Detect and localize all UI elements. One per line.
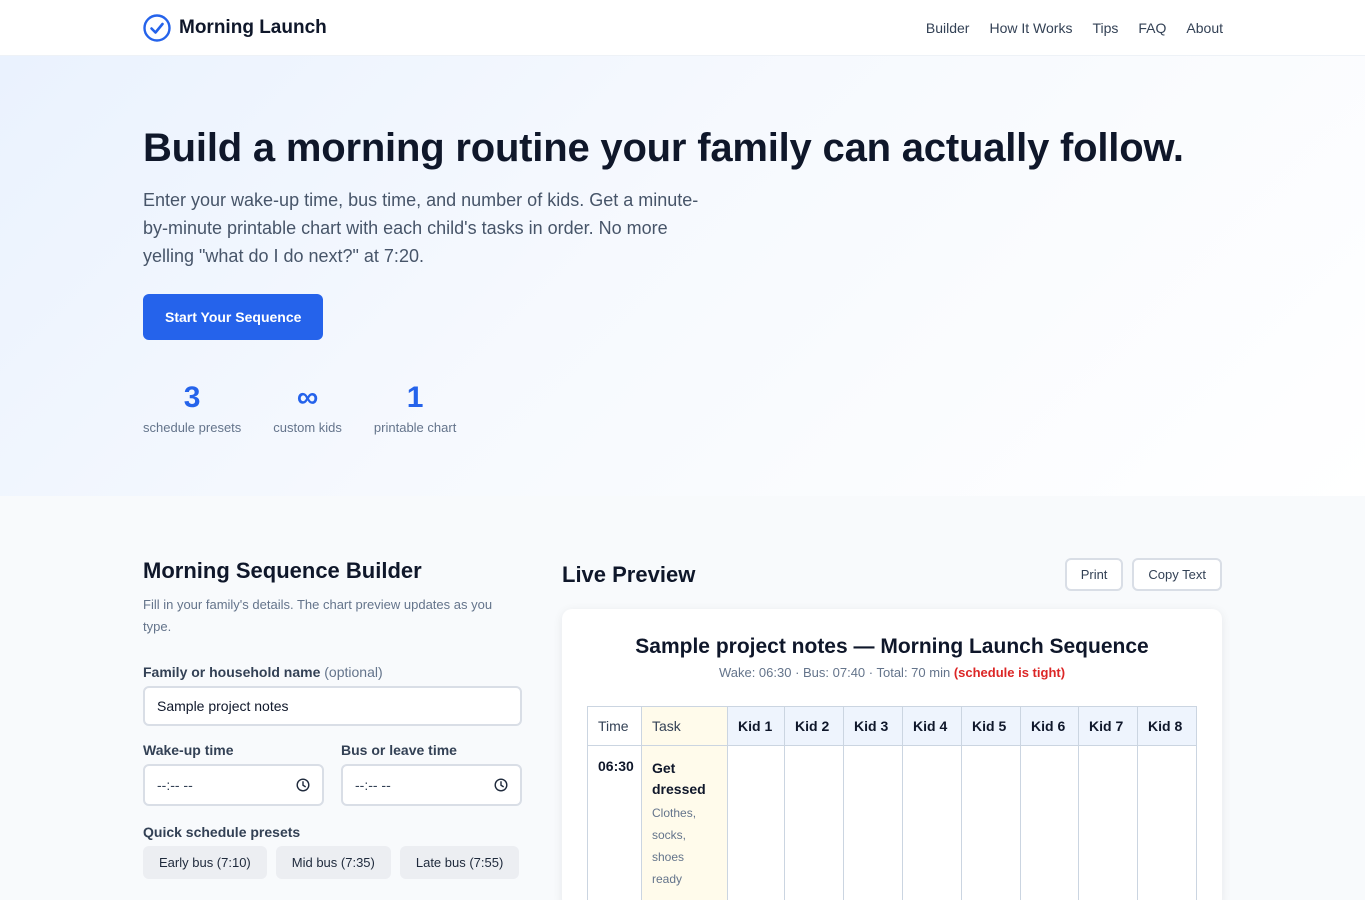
family-name-value: Sample project notes (157, 698, 289, 714)
clock-icon[interactable] (296, 778, 310, 792)
kid-cell (843, 745, 903, 900)
kid-cell (1020, 745, 1079, 900)
builder-form: Morning Sequence Builder Fill in your fa… (143, 558, 522, 900)
nav-link-builder[interactable]: Builder (926, 20, 970, 36)
preset-buttons: Early bus (7:10) Mid bus (7:35) Late bus… (143, 846, 522, 879)
stat-value: ∞ (296, 381, 319, 414)
sequence-table: Time Task Kid 1 Kid 2 Kid 3 Kid 4 Kid 5 … (587, 706, 1197, 900)
kid-cell (902, 745, 962, 900)
preview-header: Live Preview Print Copy Text (562, 558, 1222, 591)
hero-title: Build a morning routine your family can … (143, 126, 1184, 170)
presets-label: Quick schedule presets (143, 824, 301, 840)
kid-cell (1137, 745, 1197, 900)
table-header-row: Time Task Kid 1 Kid 2 Kid 3 Kid 4 Kid 5 … (587, 706, 1197, 746)
wake-field: Wake-up time --:-- -- (143, 742, 324, 806)
preset-early-bus-button[interactable]: Early bus (7:10) (143, 846, 267, 879)
preview-actions: Print Copy Text (1064, 558, 1222, 591)
kid-header: Kid 1 (727, 706, 785, 746)
stats: 3 schedule presets ∞ custom kids 1 print… (143, 380, 1222, 435)
chart-title: Sample project notes — Morning Launch Se… (635, 635, 1149, 658)
optional-hint: (optional) (324, 664, 383, 680)
kid-cell (1078, 745, 1138, 900)
builder-section: Morning Sequence Builder Fill in your fa… (0, 496, 1365, 900)
kid-cell (784, 745, 844, 900)
stat-value: 3 (183, 381, 201, 414)
schedule-warning: (schedule is tight) (953, 665, 1066, 680)
time-header: Time (587, 706, 642, 746)
stat-value: 1 (406, 381, 424, 414)
nav-link-tips[interactable]: Tips (1092, 20, 1118, 36)
wake-time-value: --:-- -- (157, 777, 193, 793)
kid-cell (961, 745, 1021, 900)
check-circle-icon (143, 13, 171, 42)
task-detail: Clothes, socks, shoes ready (652, 806, 697, 886)
kid-cell (727, 745, 785, 900)
print-button[interactable]: Print (1064, 558, 1124, 591)
table-row: 06:30 Get dressed Clothes, socks, shoes … (587, 745, 1197, 900)
kid-header: Kid 5 (961, 706, 1021, 746)
time-fields: Wake-up time --:-- -- Bus or leave time … (143, 742, 522, 806)
family-label: Family or household name (optional) (143, 664, 522, 680)
preview-title: Live Preview (562, 561, 696, 587)
task-name: Get dressed (652, 760, 706, 797)
kid-header: Kid 4 (902, 706, 962, 746)
nav-link-how-it-works[interactable]: How It Works (989, 20, 1072, 36)
wake-label: Wake-up time (143, 742, 234, 758)
stat-presets: 3 schedule presets (143, 380, 241, 435)
preset-late-bus-button[interactable]: Late bus (7:55) (399, 846, 520, 879)
stat-kids: ∞ custom kids (273, 380, 342, 435)
kid-header: Kid 2 (784, 706, 844, 746)
task-cell: Get dressed Clothes, socks, shoes ready (641, 745, 728, 900)
family-name-input[interactable]: Sample project notes (143, 686, 522, 726)
chart-card: Sample project notes — Morning Launch Se… (562, 609, 1222, 900)
live-preview: Live Preview Print Copy Text Sample proj… (562, 558, 1222, 900)
task-header: Task (641, 706, 728, 746)
kid-header: Kid 7 (1078, 706, 1138, 746)
brand[interactable]: Morning Launch (143, 13, 327, 42)
builder-description: Fill in your family's details. The chart… (143, 597, 493, 634)
stat-label: printable chart (373, 420, 457, 435)
brand-name: Morning Launch (179, 16, 327, 38)
bus-time-value: --:-- -- (355, 777, 391, 793)
copy-text-button[interactable]: Copy Text (1132, 558, 1222, 591)
kid-header: Kid 6 (1020, 706, 1079, 746)
clock-icon[interactable] (494, 778, 508, 792)
nav-links: Builder How It Works Tips FAQ About (926, 20, 1223, 36)
kid-header: Kid 3 (843, 706, 903, 746)
kid-header: Kid 8 (1137, 706, 1197, 746)
bus-field: Bus or leave time --:-- -- (341, 742, 522, 806)
stat-label: custom kids (273, 420, 342, 435)
bus-time-input[interactable]: --:-- -- (341, 764, 522, 806)
time-cell: 06:30 (587, 745, 642, 900)
builder-title: Morning Sequence Builder (143, 558, 422, 583)
start-sequence-button[interactable]: Start Your Sequence (143, 294, 324, 340)
hero: Build a morning routine your family can … (0, 56, 1365, 496)
preset-mid-bus-button[interactable]: Mid bus (7:35) (275, 846, 391, 879)
hero-subtitle: Enter your wake-up time, bus time, and n… (143, 190, 699, 266)
wake-time-input[interactable]: --:-- -- (143, 764, 324, 806)
chart-meta: Wake: 06:30 · Bus: 07:40 · Total: 70 min… (587, 665, 1197, 680)
stat-chart: 1 printable chart (374, 380, 456, 435)
chart-meta-text: Wake: 06:30 · Bus: 07:40 · Total: 70 min (718, 665, 951, 680)
stat-label: schedule presets (143, 420, 242, 435)
family-field: Family or household name (optional) Samp… (143, 664, 522, 726)
top-nav: Morning Launch Builder How It Works Tips… (0, 0, 1365, 56)
nav-link-about[interactable]: About (1186, 20, 1223, 36)
bus-label: Bus or leave time (341, 742, 457, 758)
nav-link-faq[interactable]: FAQ (1138, 20, 1166, 36)
family-label-text: Family or household name (143, 664, 321, 680)
